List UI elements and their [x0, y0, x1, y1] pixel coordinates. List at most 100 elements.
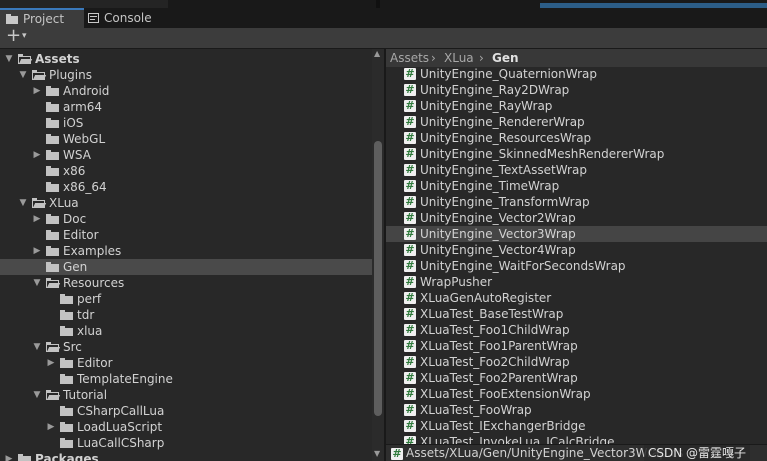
- file-item[interactable]: # UnityEngine_TransformWrap: [386, 194, 767, 210]
- tree-item[interactable]: ▶ Packages: [0, 451, 372, 461]
- csharp-file-icon: #: [404, 275, 416, 288]
- tree-item[interactable]: iOS: [0, 115, 372, 131]
- tree-item[interactable]: Gen: [0, 259, 372, 275]
- tree-item[interactable]: LuaCallCSharp: [0, 435, 372, 451]
- chevron-right-icon[interactable]: ▶: [32, 243, 42, 259]
- chevron-down-icon[interactable]: ▼: [18, 195, 28, 211]
- csharp-file-icon: #: [404, 371, 416, 384]
- chevron-right-icon[interactable]: ▶: [32, 211, 42, 227]
- file-item[interactable]: # XLuaGenAutoRegister: [386, 290, 767, 306]
- tree-item[interactable]: xlua: [0, 323, 372, 339]
- file-item[interactable]: # UnityEngine_TextAssetWrap: [386, 162, 767, 178]
- tree-item[interactable]: CSharpCallLua: [0, 403, 372, 419]
- folder-tree[interactable]: ▼ Assets ▼ Plugins ▶ Android arm64 iOS WebGL ▶ WSA…: [0, 49, 384, 461]
- csharp-file-icon: #: [404, 147, 416, 160]
- file-item[interactable]: # XLuaTest_Foo2ChildWrap: [386, 354, 767, 370]
- file-item[interactable]: # UnityEngine_ResourcesWrap: [386, 130, 767, 146]
- file-item[interactable]: # XLuaTest_FooWrap: [386, 402, 767, 418]
- tree-scrollbar[interactable]: ▲ ▼: [372, 49, 384, 461]
- csharp-file-icon: #: [404, 387, 416, 400]
- tree-item[interactable]: ▶ WSA: [0, 147, 372, 163]
- tree-item[interactable]: TemplateEngine: [0, 371, 372, 387]
- tree-item[interactable]: x86_64: [0, 179, 372, 195]
- chevron-right-icon[interactable]: ▶: [46, 355, 56, 371]
- file-item[interactable]: # XLuaTest_IExchangerBridge: [386, 418, 767, 434]
- scroll-up-icon[interactable]: ▲: [374, 49, 380, 58]
- file-item[interactable]: # XLuaTest_BaseTestWrap: [386, 306, 767, 322]
- file-item[interactable]: # UnityEngine_RendererWrap: [386, 114, 767, 130]
- file-item[interactable]: # UnityEngine_QuaternionWrap: [386, 66, 767, 82]
- tree-item[interactable]: ▼ Src: [0, 339, 372, 355]
- tree-item[interactable]: ▼ Plugins: [0, 67, 372, 83]
- tree-item-label: Tutorial: [63, 388, 108, 402]
- chevron-right-icon: ›: [479, 51, 484, 65]
- tree-item[interactable]: ▼ XLua: [0, 195, 372, 211]
- tree-item[interactable]: ▶ LoadLuaScript: [0, 419, 372, 435]
- tree-item[interactable]: ▶ Editor: [0, 355, 372, 371]
- file-item[interactable]: # UnityEngine_Ray2DWrap: [386, 82, 767, 98]
- csharp-file-icon: #: [404, 67, 416, 80]
- file-item[interactable]: # UnityEngine_SkinnedMeshRendererWrap: [386, 146, 767, 162]
- tree-item[interactable]: ▼ Resources: [0, 275, 372, 291]
- tree-item[interactable]: x86: [0, 163, 372, 179]
- file-item-label: XLuaTest_Foo2ChildWrap: [420, 355, 570, 369]
- file-item-label: XLuaTest_Foo1ChildWrap: [420, 323, 570, 337]
- chevron-right-icon[interactable]: ▶: [4, 451, 14, 461]
- tree-item[interactable]: tdr: [0, 307, 372, 323]
- file-item[interactable]: # XLuaTest_Foo2ParentWrap: [386, 370, 767, 386]
- chevron-down-icon[interactable]: ▾: [22, 31, 27, 41]
- chevron-down-icon[interactable]: ▼: [32, 339, 42, 355]
- folder-icon: [60, 422, 73, 432]
- tree-item[interactable]: ▶ Doc: [0, 211, 372, 227]
- selected-file-path: Assets/XLua/Gen/UnityEngine_Vector3Wrap.…: [406, 446, 684, 460]
- chevron-down-icon[interactable]: ▼: [4, 51, 14, 67]
- chevron-right-icon[interactable]: ▶: [32, 147, 42, 163]
- tree-item[interactable]: WebGL: [0, 131, 372, 147]
- file-item[interactable]: # UnityEngine_WaitForSecondsWrap: [386, 258, 767, 274]
- chevron-down-icon[interactable]: ▼: [32, 387, 42, 403]
- tree-item[interactable]: ▼ Assets: [0, 51, 372, 67]
- folder-icon: [60, 310, 73, 320]
- file-item[interactable]: # WrapPusher: [386, 274, 767, 290]
- tab-console-label: Console: [104, 11, 152, 25]
- chevron-down-icon[interactable]: ▼: [18, 67, 28, 83]
- tab-console[interactable]: Console: [88, 8, 168, 28]
- file-item[interactable]: # XLuaTest_Foo1ParentWrap: [386, 338, 767, 354]
- tree-item[interactable]: ▼ Tutorial: [0, 387, 372, 403]
- tree-item-label: Android: [63, 84, 110, 98]
- tree-item[interactable]: ▶ Examples: [0, 243, 372, 259]
- file-item[interactable]: # UnityEngine_Vector2Wrap: [386, 210, 767, 226]
- top-strip-handle: [376, 0, 380, 8]
- tree-item[interactable]: arm64: [0, 99, 372, 115]
- folder-icon: [32, 198, 47, 208]
- scrollbar-thumb[interactable]: [374, 141, 382, 416]
- csharp-file-icon: #: [404, 291, 416, 304]
- tree-item-label: arm64: [63, 100, 103, 114]
- folder-icon: [60, 358, 73, 368]
- create-button[interactable]: +: [6, 26, 21, 46]
- csharp-file-icon: #: [404, 115, 416, 128]
- tree-item[interactable]: Editor: [0, 227, 372, 243]
- file-item-label: UnityEngine_Vector2Wrap: [420, 211, 576, 225]
- breadcrumb-assets[interactable]: Assets: [390, 49, 429, 67]
- file-item[interactable]: # XLuaTest_FooExtensionWrap: [386, 386, 767, 402]
- tree-item-label: Examples: [63, 244, 122, 258]
- file-item-label: XLuaTest_IExchangerBridge: [420, 419, 586, 433]
- breadcrumb-xlua[interactable]: XLua: [444, 49, 474, 67]
- tree-item[interactable]: perf: [0, 291, 372, 307]
- tree-item-label: perf: [77, 292, 102, 306]
- file-item[interactable]: # UnityEngine_Vector4Wrap: [386, 242, 767, 258]
- file-item[interactable]: # XLuaTest_Foo1ChildWrap: [386, 322, 767, 338]
- breadcrumb-gen[interactable]: Gen: [492, 49, 519, 67]
- chevron-right-icon[interactable]: ▶: [46, 419, 56, 435]
- file-item[interactable]: # UnityEngine_TimeWrap: [386, 178, 767, 194]
- folder-icon: [46, 182, 59, 192]
- file-item[interactable]: # UnityEngine_RayWrap: [386, 98, 767, 114]
- folder-icon: [46, 262, 59, 272]
- csharp-file-icon: #: [404, 259, 416, 272]
- chevron-right-icon[interactable]: ▶: [32, 83, 42, 99]
- file-item[interactable]: # UnityEngine_Vector3Wrap: [386, 226, 767, 242]
- scroll-down-icon[interactable]: ▼: [374, 449, 380, 458]
- chevron-down-icon[interactable]: ▼: [32, 275, 42, 291]
- tree-item[interactable]: ▶ Android: [0, 83, 372, 99]
